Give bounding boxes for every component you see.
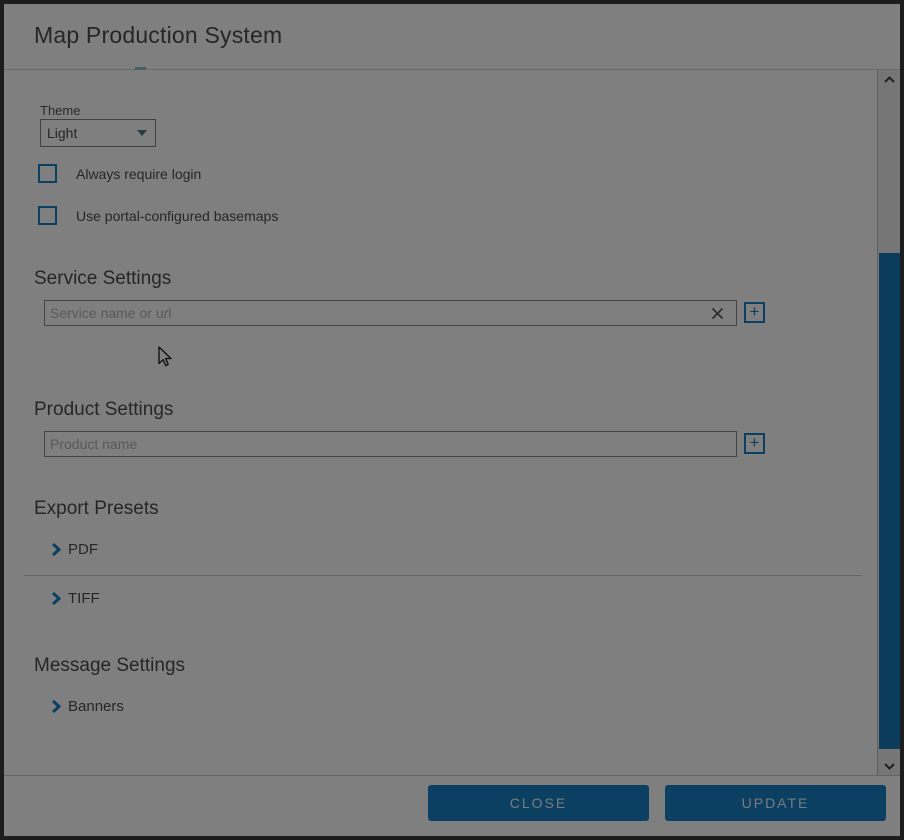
dialog-header: Map Production System bbox=[0, 0, 904, 70]
chevron-down-icon bbox=[137, 130, 147, 136]
always-require-login-checkbox[interactable] bbox=[38, 164, 57, 183]
scroll-down-button[interactable] bbox=[878, 757, 900, 775]
message-settings-heading: Message Settings bbox=[34, 655, 185, 677]
theme-label: Theme bbox=[40, 103, 80, 118]
scrolled-content-fragment bbox=[135, 67, 146, 70]
close-button[interactable]: CLOSE bbox=[428, 785, 649, 821]
banners-row[interactable]: Banners bbox=[50, 698, 124, 715]
service-settings-heading: Service Settings bbox=[34, 268, 171, 290]
scrollbar-thumb[interactable] bbox=[879, 253, 900, 749]
mouse-cursor-icon bbox=[157, 346, 173, 368]
theme-select[interactable]: Light bbox=[40, 119, 156, 147]
preset-label: PDF bbox=[68, 541, 98, 558]
chevron-right-icon bbox=[50, 699, 62, 714]
plus-icon: + bbox=[750, 435, 760, 451]
checkbox-row-always-require-login: Always require login bbox=[38, 164, 201, 183]
dialog-footer: CLOSE UPDATE bbox=[0, 775, 904, 840]
checkbox-label: Always require login bbox=[76, 166, 201, 182]
preset-label: TIFF bbox=[68, 590, 100, 607]
x-icon bbox=[711, 307, 724, 320]
add-product-button[interactable]: + bbox=[744, 433, 765, 454]
export-preset-tiff-row[interactable]: TIFF bbox=[50, 590, 100, 607]
banners-label: Banners bbox=[68, 698, 124, 715]
chevron-right-icon bbox=[50, 591, 62, 606]
update-button[interactable]: UPDATE bbox=[665, 785, 886, 821]
checkbox-label: Use portal-configured basemaps bbox=[76, 208, 278, 224]
page-title: Map Production System bbox=[34, 22, 282, 49]
chevron-up-icon bbox=[884, 76, 895, 83]
clear-service-input-button[interactable] bbox=[708, 304, 726, 322]
chevron-right-icon bbox=[50, 542, 62, 557]
map-production-system-dialog: Map Production System Theme Light Always… bbox=[0, 0, 904, 840]
theme-select-value: Light bbox=[41, 125, 137, 141]
portal-basemaps-checkbox[interactable] bbox=[38, 206, 57, 225]
add-service-button[interactable]: + bbox=[744, 302, 765, 323]
divider bbox=[24, 575, 862, 576]
service-name-input[interactable] bbox=[44, 300, 737, 326]
chevron-down-icon bbox=[884, 763, 895, 770]
export-presets-heading: Export Presets bbox=[34, 498, 159, 520]
vertical-scrollbar[interactable] bbox=[877, 70, 900, 775]
plus-icon: + bbox=[750, 304, 760, 320]
product-name-input[interactable] bbox=[44, 431, 737, 457]
scroll-up-button[interactable] bbox=[878, 70, 900, 88]
checkbox-row-portal-basemaps: Use portal-configured basemaps bbox=[38, 206, 278, 225]
export-preset-pdf-row[interactable]: PDF bbox=[50, 541, 98, 558]
product-settings-heading: Product Settings bbox=[34, 399, 173, 421]
